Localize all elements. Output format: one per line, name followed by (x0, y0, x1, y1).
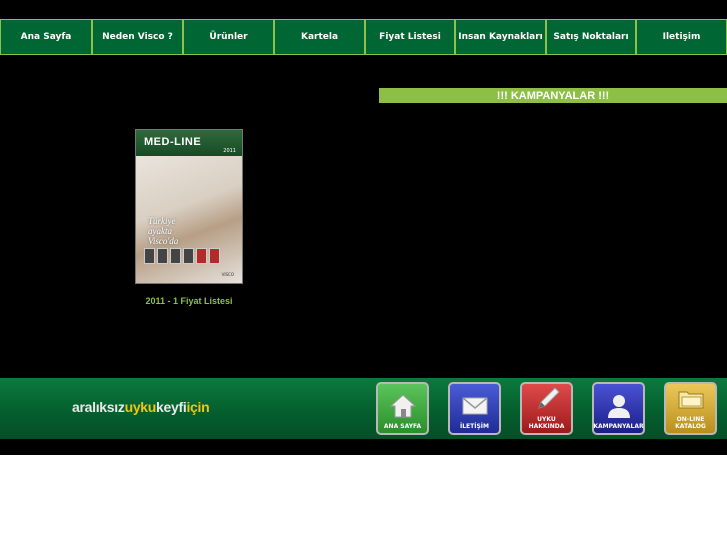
catalog-footer-brand: VISCO (221, 272, 234, 277)
nav-item-satis-noktalari[interactable]: Satış Noktaları (546, 19, 636, 55)
footer-button-label: UYKU HAKKINDA (528, 416, 565, 430)
swatch (183, 248, 194, 264)
footer-slogan: aralıksızuykukeyfiiçin (72, 399, 210, 415)
mail-icon (462, 397, 487, 415)
nav-item-fiyat-listesi[interactable]: Fiyat Listesi (365, 19, 455, 55)
slogan-part4: için (186, 399, 210, 415)
catalog-slogan: Türkiye ayakta Visco'da (148, 216, 178, 246)
catalog-brand: MED-LINE (144, 136, 202, 148)
catalog-slogan-line2: ayakta (148, 226, 172, 236)
slogan-part3: keyfi (156, 399, 187, 415)
pen-icon (537, 387, 560, 409)
footer-button-home[interactable]: ANA SAYFA (376, 382, 429, 435)
nav-item-kartela[interactable]: Kartela (274, 19, 365, 55)
swatch (170, 248, 181, 264)
catalog-slogan-line3: Visco'da (148, 236, 179, 246)
catalog-swatches (144, 248, 220, 264)
catalog-slogan-line1: Türkiye (148, 216, 176, 226)
slogan-part2: uyku (124, 399, 157, 415)
swatch (144, 248, 155, 264)
swatch (209, 248, 220, 264)
slogan-part1: aralıksız (72, 399, 125, 415)
nav-item-iletisim[interactable]: Iletişim (636, 19, 727, 55)
swatch (196, 248, 207, 264)
swatch (157, 248, 168, 264)
nav-item-neden-visco[interactable]: Neden Visco ? (92, 19, 183, 55)
footer-button-label: ANA SAYFA (383, 423, 422, 430)
folder-icon (678, 391, 703, 409)
nav-item-ana-sayfa[interactable]: Ana Sayfa (0, 19, 92, 55)
catalog-cover-image[interactable]: MED-LINE 2011 Türkiye ayakta Visco'da VI… (135, 129, 243, 284)
nav-item-urunler[interactable]: Ürünler (183, 19, 274, 55)
main-nav: Ana Sayfa Neden Visco ? Ürünler Kartela … (0, 19, 727, 57)
campaigns-header: !!! KAMPANYALAR !!! (379, 88, 727, 103)
footer-button-label: KAMPANYALAR (593, 423, 644, 430)
footer-button-online-catalog[interactable]: ON-LINE KATALOG (664, 382, 717, 435)
footer-button-sleep-info[interactable]: UYKU HAKKINDA (520, 382, 573, 435)
footer-button-campaigns[interactable]: KAMPANYALAR (592, 382, 645, 435)
footer-button-label: ON-LINE KATALOG (675, 416, 706, 430)
home-icon (389, 394, 416, 418)
person-icon (607, 395, 630, 418)
footer-button-label: İLETİŞİM (459, 423, 489, 430)
catalog-year: 2011 (223, 148, 236, 154)
footer-button-contact[interactable]: İLETİŞİM (448, 382, 501, 435)
nav-item-insan-kaynaklari[interactable]: Insan Kaynakları (455, 19, 546, 55)
price-list-link[interactable]: 2011 - 1 Fiyat Listesi (135, 296, 243, 306)
